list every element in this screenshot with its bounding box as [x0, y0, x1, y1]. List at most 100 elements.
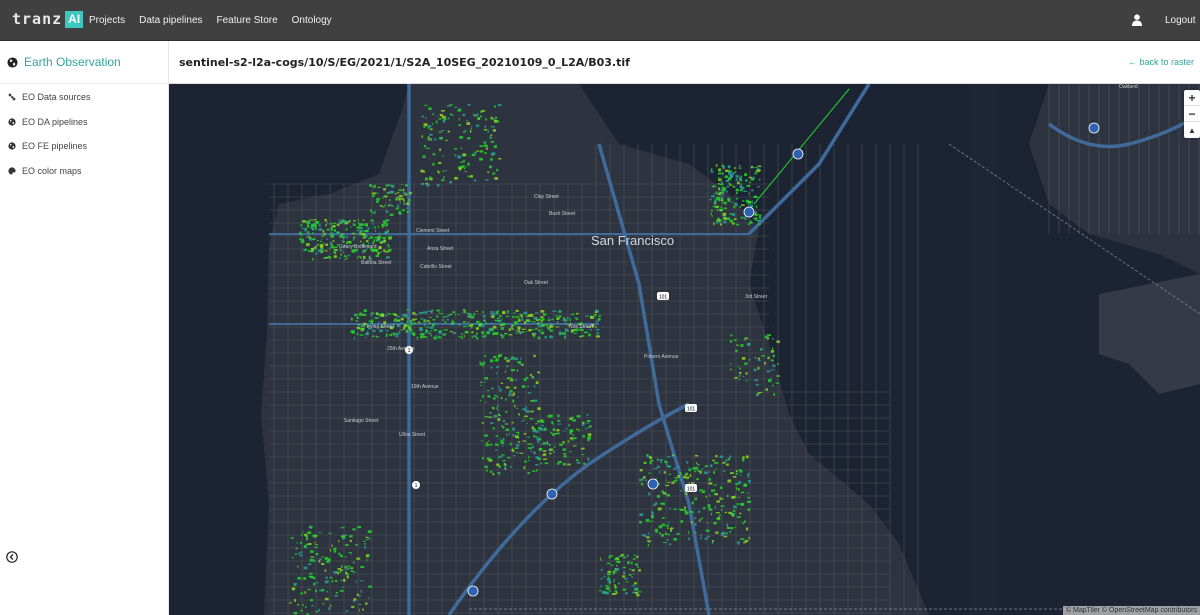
vegetation-pixel: [400, 317, 404, 321]
vegetation-pixel: [426, 320, 430, 323]
vegetation-pixel: [297, 603, 299, 606]
vegetation-pixel: [694, 531, 697, 534]
vegetation-pixel: [576, 312, 579, 315]
vegetation-pixel: [533, 385, 536, 388]
vegetation-pixel: [423, 123, 428, 127]
vegetation-pixel: [715, 531, 719, 534]
logo[interactable]: tranz AI: [12, 9, 84, 29]
sidebar-item-eo-da-pipelines[interactable]: EO DA pipelines: [0, 110, 168, 135]
vegetation-pixel: [324, 219, 327, 222]
sidebar-item-eo-color-maps[interactable]: EO color maps: [0, 159, 168, 184]
vegetation-pixel: [446, 318, 449, 321]
vegetation-pixel: [583, 462, 586, 465]
vegetation-pixel: [357, 526, 362, 529]
vegetation-pixel: [492, 325, 497, 329]
vegetation-pixel: [738, 374, 741, 377]
vegetation-pixel: [616, 564, 618, 567]
vegetation-pixel: [403, 199, 405, 202]
vegetation-pixel: [740, 491, 745, 494]
vegetation-pixel: [572, 437, 577, 440]
vegetation-pixel: [729, 174, 733, 178]
vegetation-pixel: [322, 229, 325, 233]
vegetation-pixel: [484, 125, 486, 128]
user-icon[interactable]: [1132, 14, 1142, 26]
vegetation-pixel: [294, 599, 296, 602]
vegetation-pixel: [711, 542, 713, 544]
vegetation-pixel: [689, 474, 692, 478]
vegetation-pixel: [532, 470, 536, 472]
vegetation-pixel: [494, 119, 498, 123]
vegetation-pixel: [396, 316, 401, 318]
vegetation-pixel: [719, 183, 724, 186]
vegetation-pixel: [679, 472, 682, 476]
nav-feature-store[interactable]: Feature Store: [217, 15, 278, 26]
vegetation-pixel: [309, 558, 314, 562]
vegetation-pixel: [474, 114, 477, 117]
vegetation-pixel: [747, 492, 749, 495]
vegetation-pixel: [358, 603, 361, 605]
vegetation-pixel: [514, 329, 518, 332]
vegetation-pixel: [721, 172, 724, 175]
vegetation-pixel: [317, 249, 321, 252]
vegetation-pixel: [499, 388, 502, 392]
vegetation-pixel: [432, 113, 435, 116]
vegetation-pixel: [412, 318, 416, 321]
vegetation-pixel: [627, 561, 630, 565]
vegetation-pixel: [357, 324, 359, 327]
vegetation-pixel: [390, 190, 394, 194]
nav-data-pipelines[interactable]: Data pipelines: [139, 15, 202, 26]
vegetation-pixel: [716, 209, 719, 212]
nav-projects[interactable]: Projects: [89, 15, 125, 26]
vegetation-pixel: [338, 540, 340, 543]
vegetation-pixel: [329, 576, 333, 579]
vegetation-pixel: [321, 556, 324, 558]
vegetation-pixel: [439, 148, 441, 151]
vegetation-pixel: [308, 235, 311, 237]
vegetation-pixel: [557, 414, 560, 418]
zoom-out-button[interactable]: −: [1184, 106, 1200, 122]
vegetation-pixel: [348, 535, 353, 538]
vegetation-pixel: [745, 372, 748, 375]
vegetation-pixel: [330, 549, 332, 552]
vegetation-pixel: [541, 329, 544, 331]
vegetation-pixel: [462, 311, 464, 313]
vegetation-pixel: [422, 311, 425, 313]
vegetation-pixel: [350, 567, 354, 569]
sidebar-header[interactable]: Earth Observation: [0, 41, 168, 84]
sidebar-item-eo-data-sources[interactable]: EO Data sources: [0, 85, 168, 110]
vegetation-pixel: [331, 579, 334, 583]
vegetation-pixel: [563, 455, 567, 458]
vegetation-pixel: [371, 192, 376, 195]
vegetation-pixel: [342, 586, 344, 589]
vegetation-pixel: [429, 133, 433, 136]
map-view[interactable]: 101 101 101 1 1 San Francisco Clement St…: [169, 84, 1200, 615]
vegetation-pixel: [527, 447, 532, 449]
zoom-in-button[interactable]: +: [1184, 90, 1200, 106]
vegetation-pixel: [531, 376, 534, 378]
nav-ontology[interactable]: Ontology: [292, 15, 332, 26]
chevron-left-circle-icon[interactable]: [6, 551, 18, 563]
vegetation-pixel: [569, 417, 573, 420]
vegetation-pixel: [652, 504, 656, 506]
vegetation-pixel: [392, 313, 396, 315]
compass-button[interactable]: ▲: [1184, 122, 1200, 138]
vegetation-pixel: [660, 502, 664, 505]
vegetation-pixel: [699, 489, 701, 492]
logout-button[interactable]: Logout: [1165, 15, 1196, 26]
vegetation-pixel: [606, 562, 611, 565]
vegetation-pixel: [715, 220, 719, 224]
vegetation-pixel: [404, 316, 408, 318]
vegetation-pixel: [423, 319, 426, 322]
vegetation-pixel: [396, 192, 400, 194]
vegetation-pixel: [359, 240, 362, 243]
palette-icon: [8, 167, 16, 175]
vegetation-pixel: [466, 312, 468, 316]
vegetation-pixel: [506, 359, 510, 363]
map-canvas[interactable]: 101 101 101 1 1: [169, 84, 1200, 615]
sidebar-item-eo-fe-pipelines[interactable]: EO FE pipelines: [0, 134, 168, 159]
back-to-raster-link[interactable]: ← back to raster: [1128, 57, 1194, 67]
globe-icon: [8, 142, 16, 150]
bridge-vegetation-line: [753, 88, 850, 205]
vegetation-pixel: [314, 544, 318, 546]
vegetation-pixel: [467, 104, 471, 106]
